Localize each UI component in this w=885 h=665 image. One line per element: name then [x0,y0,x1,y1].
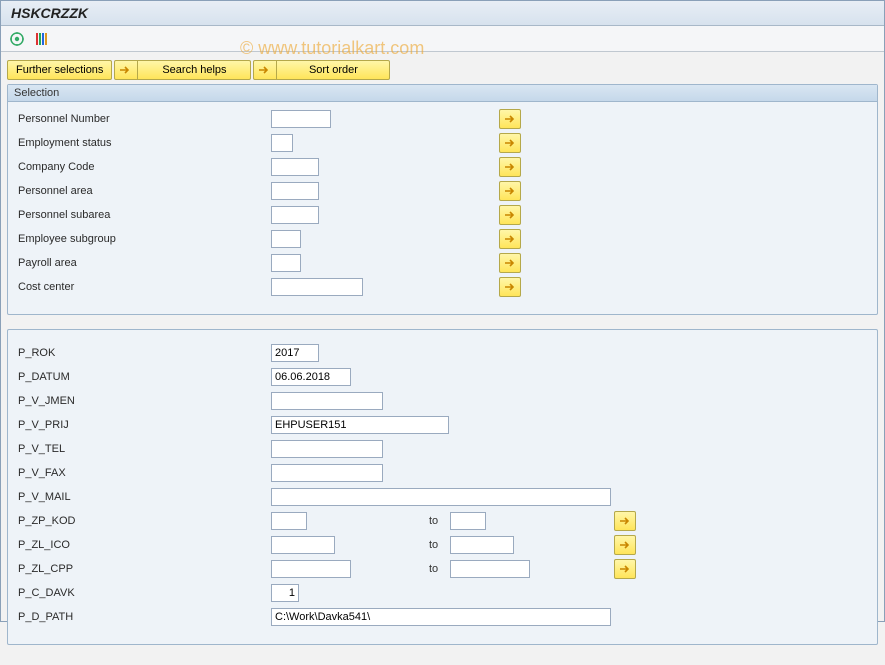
parea-input[interactable] [271,182,319,200]
p-v-fax-label: P_V_FAX [16,467,271,479]
payroll-label: Payroll area [16,257,271,269]
p-zl-cpp-multiple-icon[interactable] [614,559,636,579]
p-d-path-input[interactable] [271,608,611,626]
window-title: HSKCRZZK [1,1,884,26]
empstat-input[interactable] [271,134,293,152]
to-label: to [429,515,438,527]
psub-multiple-icon[interactable] [499,205,521,225]
payroll-multiple-icon[interactable] [499,253,521,273]
to-label: to [429,563,438,575]
esub-label: Employee subgroup [16,233,271,245]
arrow-right-icon [258,61,277,79]
action-button-row: Further selections Search helps Sort ord… [7,60,878,80]
search-helps-button[interactable]: Search helps [114,60,251,80]
p-zl-cpp-high-input[interactable] [450,560,530,578]
p-v-jmen-label: P_V_JMEN [16,395,271,407]
cost-multiple-icon[interactable] [499,277,521,297]
psub-label: Personnel subarea [16,209,271,221]
esub-multiple-icon[interactable] [499,229,521,249]
p-d-path-label: P_D_PATH [16,611,271,623]
further-selections-label: Further selections [16,64,103,76]
ccode-label: Company Code [16,161,271,173]
app-toolbar [1,26,884,52]
p-zl-ico-label: P_ZL_ICO [16,539,271,551]
parea-multiple-icon[interactable] [499,181,521,201]
p-v-mail-input[interactable] [271,488,611,506]
psub-input[interactable] [271,206,319,224]
parameters-panel: P_ROK P_DATUM P_V_JMEN P_V_PRIJ P_V_TEL … [7,329,878,645]
p-zp-kod-multiple-icon[interactable] [614,511,636,531]
further-selections-button[interactable]: Further selections [7,60,112,80]
p-zl-cpp-label: P_ZL_CPP [16,563,271,575]
payroll-input[interactable] [271,254,301,272]
p-rok-label: P_ROK [16,347,271,359]
pernr-label: Personnel Number [16,113,271,125]
to-label: to [429,539,438,551]
p-v-prij-label: P_V_PRIJ [16,419,271,431]
p-c-davk-input[interactable] [271,584,299,602]
cost-input[interactable] [271,278,363,296]
empstat-label: Employment status [16,137,271,149]
parea-label: Personnel area [16,185,271,197]
p-zl-ico-multiple-icon[interactable] [614,535,636,555]
p-c-davk-label: P_C_DAVK [16,587,271,599]
p-rok-input[interactable] [271,344,319,362]
ccode-input[interactable] [271,158,319,176]
variant-icon[interactable] [33,31,49,47]
p-zl-ico-low-input[interactable] [271,536,335,554]
p-v-jmen-input[interactable] [271,392,383,410]
selection-header: Selection [8,85,877,102]
p-zl-cpp-low-input[interactable] [271,560,351,578]
esub-input[interactable] [271,230,301,248]
selection-panel: Selection Personnel Number Employment st… [7,84,878,315]
pernr-multiple-icon[interactable] [499,109,521,129]
arrow-right-icon [119,61,138,79]
search-helps-label: Search helps [146,64,242,76]
pernr-input[interactable] [271,110,331,128]
p-datum-label: P_DATUM [16,371,271,383]
p-v-tel-input[interactable] [271,440,383,458]
sort-order-button[interactable]: Sort order [253,60,390,80]
content-area: Further selections Search helps Sort ord… [1,52,884,665]
p-v-tel-label: P_V_TEL [16,443,271,455]
ccode-multiple-icon[interactable] [499,157,521,177]
sort-order-label: Sort order [285,64,381,76]
p-zl-ico-high-input[interactable] [450,536,514,554]
p-v-fax-input[interactable] [271,464,383,482]
p-zp-kod-low-input[interactable] [271,512,307,530]
empstat-multiple-icon[interactable] [499,133,521,153]
p-zp-kod-label: P_ZP_KOD [16,515,271,527]
p-zp-kod-high-input[interactable] [450,512,486,530]
p-v-prij-input[interactable] [271,416,449,434]
cost-label: Cost center [16,281,271,293]
p-datum-input[interactable] [271,368,351,386]
execute-icon[interactable] [9,31,25,47]
p-v-mail-label: P_V_MAIL [16,491,271,503]
